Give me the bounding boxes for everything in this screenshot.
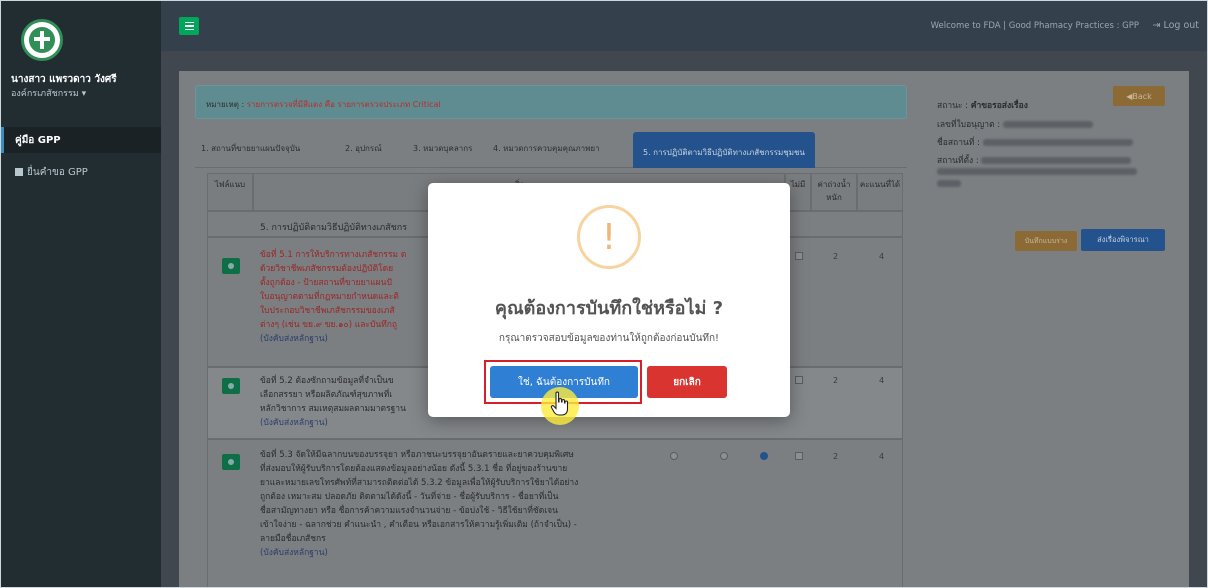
alert-label: หมายเหตุ : (206, 100, 245, 109)
item-text: ข้อที่ 5.3 จัดให้มีฉลากบนของบรรจุยา หรือ… (260, 450, 579, 558)
redacted-value (982, 139, 1133, 146)
score-value: 4 (879, 452, 885, 461)
na-checkbox[interactable] (795, 376, 803, 384)
user-name: นางสาว แพรวดาว วังศรี (11, 74, 117, 85)
radio-fail[interactable] (720, 452, 728, 460)
redacted-value (937, 168, 1137, 175)
address-row: สถานที่ตั้ง : (937, 153, 1132, 167)
top-bar: Welcome to FDA | Good Phamacy Practices … (161, 1, 1207, 51)
score-value: 4 (879, 252, 885, 261)
radio-selected[interactable] (760, 452, 768, 460)
sidebar: นางสาว แพรวดาว วังศรี องค์กรเภสัชกรรม ▾ … (1, 1, 161, 587)
submit-button[interactable]: ส่งเรื่องพิจารณา (1081, 229, 1165, 251)
camera-icon[interactable] (222, 378, 240, 394)
address-continued (937, 179, 961, 189)
header-attachment: ไฟล์แนบ (207, 173, 253, 211)
item-text: ข้อที่ 5.1 การให้บริการทางเภสัชกรรม ต ด้… (260, 250, 407, 344)
welcome-text: Welcome to FDA | Good Phamacy Practices … (930, 21, 1139, 31)
status-value: คำขอรอส่งเรื่อง (970, 101, 1028, 111)
hand-cursor-icon (550, 391, 569, 416)
header-weight: ค่าถ่วงน้ำหนัก (811, 173, 857, 211)
radio-pass[interactable] (670, 452, 678, 460)
redacted-value (937, 180, 961, 187)
sidebar-item-label: คู่มือ GPP (15, 134, 61, 146)
user-org-dropdown[interactable]: องค์กรเภสัชกรรม ▾ (11, 86, 86, 100)
sidebar-item-gpp-request[interactable]: ยื่นคำขอ GPP (1, 159, 161, 185)
critical-note-alert: หมายเหตุ : รายการตรวจที่มีสีแดง คือ รายก… (195, 85, 907, 119)
back-button[interactable]: ◀ Back (1113, 86, 1165, 106)
status-label: สถานะ : (937, 101, 969, 111)
license-row: เลขที่ใบอนุญาต : (937, 117, 1093, 131)
item-text: ข้อที่ 5.2 ต้องซักถามข้อมูลที่จำเป็นข เล… (260, 376, 406, 428)
menu-toggle-button[interactable] (179, 17, 199, 35)
dialog-text: กรุณาตรวจสอบข้อมูลของท่านให้ถูกต้องก่อนบ… (498, 333, 720, 344)
name-label: ชื่อสถานที่ : (937, 138, 980, 148)
cancel-button[interactable]: ยกเลิก (647, 366, 727, 398)
license-label: เลขที่ใบอนุญาต : (937, 120, 1001, 130)
redacted-value (1002, 121, 1093, 128)
section-title: 5. การปฏิบัติตามวิธีปฏิบัติทางเภสัชกร (260, 223, 408, 233)
tab-premises[interactable]: 1. สถานที่ขายยาแผนปัจจุบัน (201, 142, 300, 155)
camera-icon[interactable] (222, 454, 240, 470)
camera-icon[interactable] (222, 258, 240, 274)
tab-personnel[interactable]: 3. หมวดบุคลากร (413, 142, 472, 155)
confirm-dialog: ! คุณต้องการบันทึกใช่หรือไม่ ? กรุณาตรวจ… (428, 183, 790, 417)
fda-logo (21, 19, 63, 61)
address-label: สถานที่ตั้ง : (937, 156, 979, 166)
tab-bar: 1. สถานที่ขายยาแผนปัจจุบัน 2. อุปกรณ์ 3.… (195, 132, 907, 168)
logout-label: Log out (1163, 20, 1199, 31)
address-continued (937, 167, 1137, 177)
sidebar-item-label: ยื่นคำขอ GPP (27, 166, 88, 178)
na-checkbox[interactable] (795, 252, 803, 260)
logout-link[interactable]: ⇥ Log out (1152, 20, 1199, 31)
weight-value: 2 (833, 252, 839, 261)
status-row: สถานะ : คำขอรอส่งเรื่อง (937, 98, 1028, 112)
weight-value: 2 (833, 452, 839, 461)
logout-icon: ⇥ (1152, 20, 1164, 31)
app-window: นางสาว แพรวดาว วังศรี องค์กรเภสัชกรรม ▾ … (0, 0, 1208, 588)
warning-icon: ! (577, 205, 641, 269)
redacted-value (981, 157, 1132, 164)
name-row: ชื่อสถานที่ : (937, 135, 1133, 149)
weight-value: 2 (833, 376, 839, 385)
score-value: 4 (879, 376, 885, 385)
header-score: คะแนนที่ได้ (857, 173, 903, 211)
alert-text: รายการตรวจที่มีสีแดง คือ รายการตรวจประเภ… (246, 100, 441, 109)
save-draft-button[interactable]: บันทึกแบบร่าง (1015, 231, 1077, 251)
back-label: Back (1132, 91, 1152, 101)
table-row: ข้อที่ 5.3 จัดให้มีฉลากบนของบรรจุยา หรือ… (207, 439, 903, 587)
tab-equipment[interactable]: 2. อุปกรณ์ (345, 142, 382, 155)
tab-pharmacy-practice[interactable]: 5. การปฏิบัติตามวิธีปฏิบัติทางเภสัชกรรมช… (633, 132, 815, 168)
sidebar-item-gpp-manual[interactable]: คู่มือ GPP (1, 127, 161, 153)
dialog-title: คุณต้องการบันทึกใช่หรือไม่ ? (494, 298, 724, 319)
document-icon (15, 168, 23, 176)
tab-quality-control[interactable]: 4. หมวดการควบคุมคุณภาพยา (493, 142, 600, 155)
na-checkbox[interactable] (795, 452, 803, 460)
